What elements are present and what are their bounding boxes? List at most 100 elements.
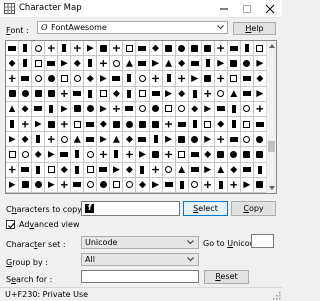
character-set-dropdown[interactable]: Unicode [81,236,199,249]
character-cell[interactable] [214,56,228,72]
character-cell[interactable] [188,116,202,133]
character-cell[interactable] [149,177,163,193]
character-cell[interactable] [45,132,59,148]
character-cell[interactable] [32,116,46,133]
character-cell[interactable] [188,71,202,87]
character-cell[interactable] [6,56,20,72]
character-cell[interactable] [162,101,176,117]
character-cell[interactable] [84,86,98,102]
character-cell[interactable] [240,132,254,148]
character-cell[interactable] [253,147,267,163]
character-cell[interactable] [71,41,85,57]
character-cell[interactable] [32,132,46,148]
character-cell[interactable] [253,132,267,148]
character-cell[interactable] [253,177,267,193]
character-cell[interactable] [201,71,215,87]
grid-vertical-scrollbar[interactable] [266,41,276,193]
character-cell[interactable] [123,162,137,178]
character-cell[interactable] [253,56,267,72]
character-cell[interactable] [175,147,189,163]
character-cell[interactable] [149,101,163,117]
character-cell[interactable] [84,56,98,72]
character-cell[interactable] [19,116,33,133]
character-cell[interactable] [149,132,163,148]
character-cell[interactable] [45,177,59,193]
character-cell[interactable] [162,162,176,178]
character-cell[interactable] [136,116,150,133]
reset-button[interactable]: Reset [204,270,249,284]
character-cell[interactable] [214,162,228,178]
character-cell[interactable] [188,147,202,163]
character-cell[interactable] [6,132,20,148]
character-cell[interactable] [19,71,33,87]
character-cell[interactable] [240,71,254,87]
character-cell[interactable] [188,101,202,117]
character-cell[interactable] [149,147,163,163]
character-cell[interactable] [58,147,72,163]
character-cell[interactable] [84,147,98,163]
character-cell[interactable] [32,162,46,178]
character-cell[interactable] [84,71,98,87]
character-cell[interactable] [45,86,59,102]
character-cell[interactable] [110,177,124,193]
character-cell[interactable] [45,71,59,87]
character-cell[interactable] [227,86,241,102]
character-cell[interactable] [175,162,189,178]
character-cell[interactable] [6,86,20,102]
character-cell[interactable] [253,101,267,117]
character-cell[interactable] [240,86,254,102]
character-cell[interactable] [214,101,228,117]
character-cell[interactable] [201,56,215,72]
character-cell[interactable] [240,41,254,57]
character-cell[interactable] [45,56,59,72]
character-cell[interactable] [175,56,189,72]
character-cell[interactable] [32,41,46,57]
character-cell[interactable] [110,162,124,178]
character-cell[interactable] [201,41,215,57]
character-cell[interactable] [188,162,202,178]
character-cell[interactable] [58,177,72,193]
character-cell[interactable] [71,147,85,163]
character-cell[interactable] [58,101,72,117]
character-cell[interactable] [149,116,163,133]
character-cell[interactable] [214,147,228,163]
character-cell[interactable] [123,147,137,163]
character-cell[interactable] [253,162,267,178]
character-cell[interactable] [6,116,20,133]
character-cell[interactable] [19,147,33,163]
character-cell[interactable] [97,41,111,57]
characters-to-copy-field[interactable]: f [81,201,180,216]
character-cell[interactable] [19,132,33,148]
maximize-button[interactable] [236,0,258,17]
character-cell[interactable] [84,132,98,148]
character-cell[interactable] [97,132,111,148]
character-cell[interactable] [32,147,46,163]
character-cell[interactable] [58,116,72,133]
character-cell[interactable] [97,86,111,102]
character-cell[interactable] [201,177,215,193]
character-cell[interactable] [201,116,215,133]
character-cell[interactable] [58,132,72,148]
character-cell[interactable] [227,132,241,148]
character-cell[interactable] [71,71,85,87]
character-cell[interactable] [19,101,33,117]
character-cell[interactable] [240,147,254,163]
character-cell[interactable] [201,86,215,102]
character-cell[interactable] [6,162,20,178]
character-cell[interactable] [240,177,254,193]
character-cell[interactable] [214,177,228,193]
character-cell[interactable] [214,71,228,87]
character-cell[interactable] [227,71,241,87]
character-cell[interactable] [201,132,215,148]
character-cell[interactable] [214,132,228,148]
character-cell[interactable] [84,116,98,133]
character-cell[interactable] [45,41,59,57]
character-cell[interactable] [175,101,189,117]
character-cell[interactable] [227,116,241,133]
character-cell[interactable] [240,162,254,178]
character-cell[interactable] [201,162,215,178]
character-cell[interactable] [32,177,46,193]
character-cell[interactable] [162,56,176,72]
scrollbar-thumb[interactable] [268,141,275,152]
character-cell[interactable] [227,41,241,57]
